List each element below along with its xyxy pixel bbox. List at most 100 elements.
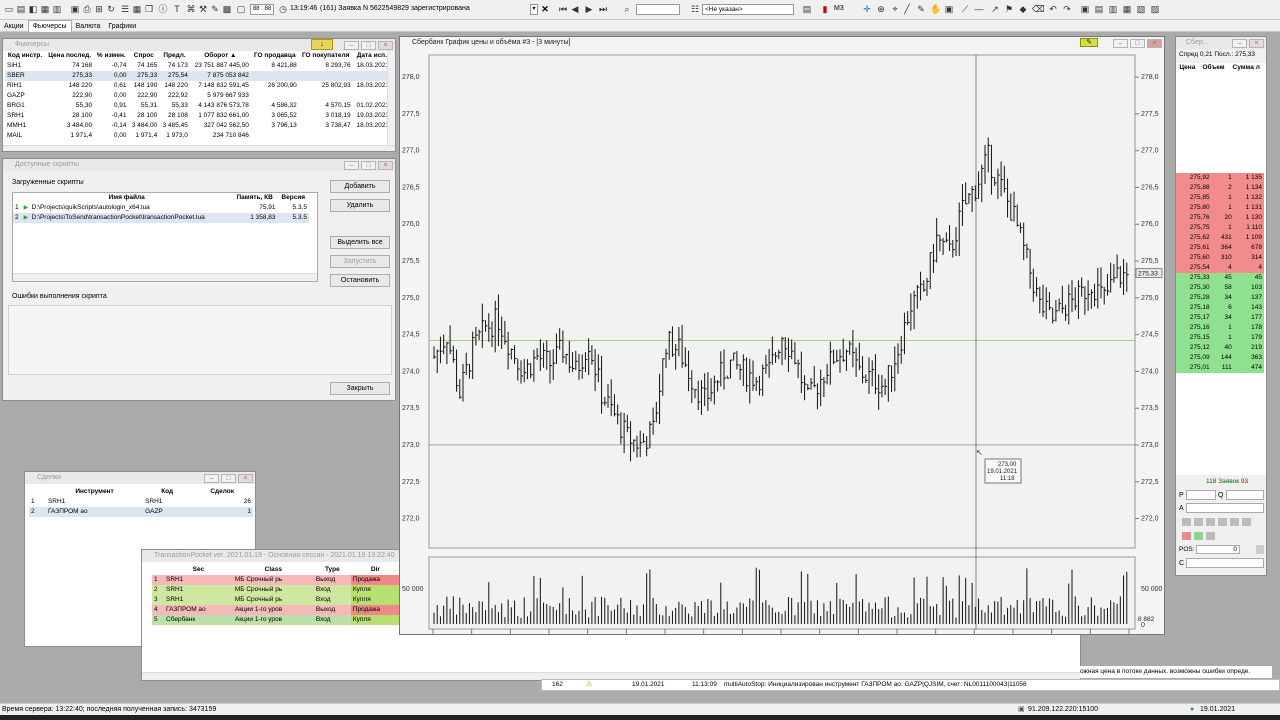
chart-icon[interactable]: ⊞: [94, 4, 104, 15]
zoom-icon[interactable]: ⊕: [876, 4, 886, 15]
futures-hscroll[interactable]: [3, 145, 395, 151]
tab-stocks[interactable]: Акции: [0, 21, 28, 32]
hand-icon[interactable]: ✋: [930, 4, 941, 15]
minimize-icon[interactable]: –: [344, 41, 359, 50]
crosshair-icon[interactable]: ⌖: [890, 4, 900, 15]
bid-row[interactable]: 275,09 144 363: [1176, 353, 1264, 363]
remove-script-button[interactable]: Удалить: [330, 199, 390, 212]
tools-icon[interactable]: ⚒: [198, 4, 208, 15]
stop-order-icon[interactable]: ◧: [28, 4, 38, 15]
maximize-icon[interactable]: □: [1130, 39, 1145, 48]
info-icon[interactable]: ⓘ: [158, 4, 168, 15]
bid-row[interactable]: 275,17 34 177: [1176, 313, 1264, 323]
column-header[interactable]: ГО продавца: [251, 51, 299, 61]
search-input[interactable]: [636, 4, 680, 15]
pencil-icon[interactable]: ✎: [916, 4, 926, 15]
ob-tool-icon-1[interactable]: [1182, 518, 1191, 526]
tab-futures[interactable]: Фьючерсы: [27, 20, 72, 32]
column-header[interactable]: Версия: [278, 193, 309, 203]
interval-icon[interactable]: ▮: [820, 4, 830, 15]
trendline-icon[interactable]: ⟋: [960, 4, 970, 15]
bid-row[interactable]: 275,16 1 178: [1176, 323, 1264, 333]
column-header[interactable]: Sec: [164, 565, 233, 575]
table-row[interactable]: SBER 275,33 0,00 275,33 275,54 7 875 053 842: [5, 71, 391, 81]
account-select[interactable]: [1186, 503, 1264, 513]
column-header[interactable]: [152, 565, 164, 575]
ask-row[interactable]: 275,75 1 1 110: [1176, 223, 1264, 233]
column-header[interactable]: Оборот ▲: [190, 51, 251, 61]
scripts-hscroll[interactable]: [13, 273, 317, 281]
table-row[interactable]: SiH1 74 168 -0,74 74 165 74 173 23 751 887 44…: [5, 61, 391, 71]
pos-button[interactable]: [1256, 545, 1264, 554]
column-header[interactable]: [13, 193, 22, 203]
table-row[interactable]: 4 ГАЗПРОМ ао Акции 1-го уров Выход Продажа: [152, 605, 400, 615]
refresh-icon[interactable]: ↻: [106, 4, 116, 15]
log-row[interactable]: 162 ⚠ 19.01.2021 11:13:09 multiAutoStop:…: [541, 679, 1280, 691]
calc-icon[interactable]: ▩: [222, 4, 232, 15]
marker-icon[interactable]: ◆: [1018, 4, 1028, 15]
maximize-icon[interactable]: □: [361, 161, 376, 170]
add-script-button[interactable]: Добавить: [330, 180, 390, 193]
panel-icon-1[interactable]: ▣: [1080, 4, 1090, 15]
lock-icon[interactable]: ▢: [236, 4, 246, 15]
play-icon[interactable]: ▶: [24, 203, 29, 213]
grid-icon[interactable]: ▦: [132, 4, 142, 15]
flag-icon[interactable]: ⚑: [1004, 4, 1014, 15]
column-header[interactable]: Цена послед.: [45, 51, 94, 61]
column-header[interactable]: Сумма л: [1228, 63, 1264, 73]
column-header[interactable]: Имя файла: [22, 193, 232, 203]
column-header[interactable]: [29, 487, 46, 497]
ob-tool-icon-4[interactable]: [1218, 518, 1227, 526]
select-icon[interactable]: ▣: [944, 4, 954, 15]
panel-icon-6[interactable]: ▨: [1150, 4, 1160, 15]
table-row[interactable]: GAZP 222,90 0,00 222,90 222,92 5 979 667 933: [5, 91, 391, 101]
edit-icon[interactable]: ✎: [210, 4, 220, 15]
column-header[interactable]: Type: [314, 565, 351, 575]
panel-icon-4[interactable]: ▦: [1122, 4, 1132, 15]
table-row[interactable]: 2 ГАЗПРОМ ао GAZP 1: [29, 507, 253, 517]
table-icon[interactable]: ▥: [52, 4, 62, 15]
ask-row[interactable]: 275,92 1 1 135: [1176, 173, 1264, 183]
tab-charts[interactable]: Графики: [104, 21, 140, 32]
column-header[interactable]: % измен.: [94, 51, 128, 61]
list-item[interactable]: 1 ▶ D:\Projects\quikScripts\autologin_x64.…: [13, 203, 309, 213]
ask-row[interactable]: 275,76 20 1 130: [1176, 213, 1264, 223]
close-button[interactable]: Закрыть: [330, 382, 390, 395]
column-header[interactable]: Class: [233, 565, 314, 575]
column-header[interactable]: Объем: [1199, 63, 1229, 73]
column-header[interactable]: Инструмент: [46, 487, 143, 497]
run-script-button[interactable]: Запустить: [330, 255, 390, 268]
bid-row[interactable]: 275,12 40 219: [1176, 343, 1264, 353]
sell-icon[interactable]: [1182, 532, 1191, 540]
ob-tool-icon-2[interactable]: [1194, 518, 1203, 526]
table-row[interactable]: 3 SRH1 МБ Срочный рь Вход Купля: [152, 595, 400, 605]
cursor-icon[interactable]: ✛: [862, 4, 872, 15]
chart-settings-icon[interactable]: ▤: [802, 4, 812, 15]
errors-area[interactable]: [8, 305, 392, 375]
close-icon[interactable]: ×: [1249, 39, 1264, 48]
bid-row[interactable]: 275,33 45 45: [1176, 273, 1264, 283]
eraser-icon[interactable]: ⌫: [1032, 4, 1045, 15]
buy-icon[interactable]: [1194, 532, 1203, 540]
last-icon[interactable]: ⏭: [598, 4, 608, 15]
arrow-icon[interactable]: ↗: [990, 4, 1000, 15]
ob-tool-icon-6[interactable]: [1242, 518, 1251, 526]
column-header[interactable]: Спрос: [128, 51, 159, 61]
ask-row[interactable]: 275,61 364 678: [1176, 243, 1264, 253]
interval-label[interactable]: M3: [834, 5, 844, 12]
prev-icon[interactable]: ◀: [570, 4, 580, 15]
table-row[interactable]: MAIL 1 971,4 0,00 1 971,4 1 973,0 234 710 846: [5, 131, 391, 141]
column-header[interactable]: Dir: [351, 565, 400, 575]
table-row[interactable]: RIH1 148 220 0,61 148 190 148 220 7 148 832 5…: [5, 81, 391, 91]
list-icon[interactable]: ☰: [120, 4, 130, 15]
price-input[interactable]: [1186, 490, 1216, 500]
bid-row[interactable]: 275,28 34 137: [1176, 293, 1264, 303]
play-icon[interactable]: ▶: [24, 213, 29, 223]
table-row[interactable]: 1 SRH1 МБ Срочный рь Выход Продажа: [152, 575, 400, 585]
qty-input[interactable]: [1226, 490, 1264, 500]
table-row[interactable]: 5 Сбербанк Акции 1-го уров Вход Купля: [152, 615, 400, 625]
panel-icon-5[interactable]: ▧: [1136, 4, 1146, 15]
select-all-button[interactable]: Выделить все: [330, 236, 390, 249]
panel-icon-2[interactable]: ▤: [1094, 4, 1104, 15]
cancel-orders-icon[interactable]: [1206, 532, 1215, 540]
